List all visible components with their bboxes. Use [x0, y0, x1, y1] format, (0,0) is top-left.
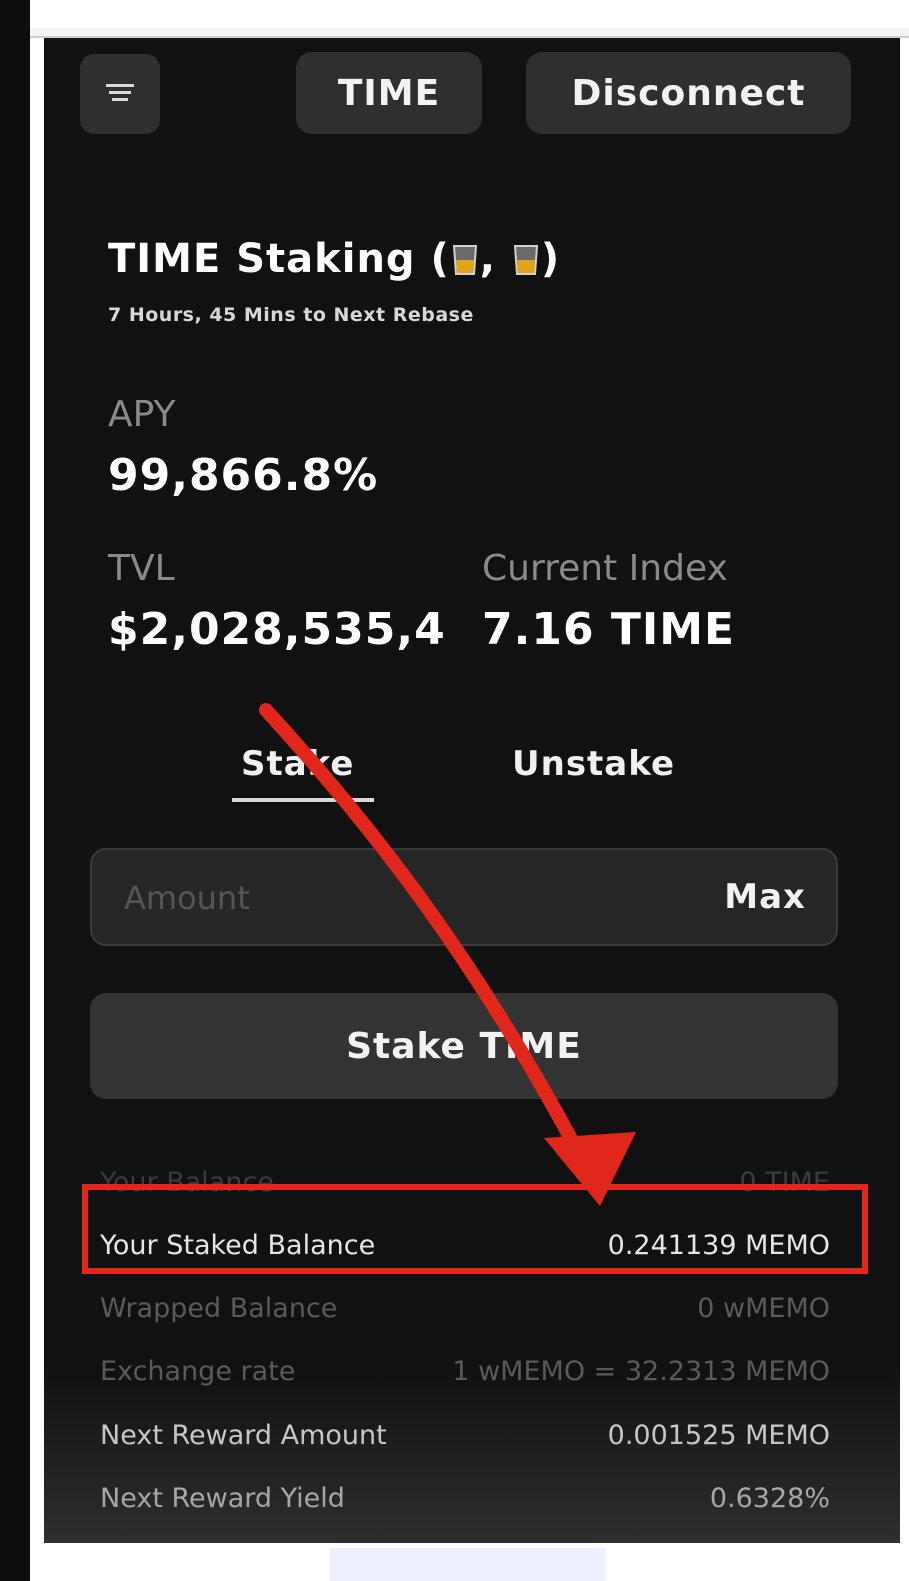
info-value: 0.001525 MEMO [607, 1419, 830, 1451]
staking-app: TIME Disconnect TIME Staking (, ) 7 Hour… [44, 38, 900, 1543]
page-title-prefix: TIME Staking ( [108, 236, 450, 282]
filter-menu-icon [106, 84, 134, 101]
info-label: Wrapped Balance [100, 1292, 338, 1324]
info-row-wrapped-balance: Wrapped Balance 0 wMEMO [100, 1288, 830, 1328]
page-title: TIME Staking (, ) [108, 236, 560, 282]
page-title-separator: , [479, 236, 511, 282]
apy-label: APY [108, 394, 176, 435]
amount-field: Max [90, 848, 838, 946]
info-row-next-reward-yield: Next Reward Yield 0.6328% [100, 1478, 830, 1518]
info-row-next-reward-amount: Next Reward Amount 0.001525 MEMO [100, 1415, 830, 1455]
rebase-countdown: 7 Hours, 45 Mins to Next Rebase [108, 304, 474, 326]
page-title-suffix: ) [540, 236, 561, 282]
current-index-value: 7.16 TIME [482, 604, 736, 655]
token-button[interactable]: TIME [296, 52, 482, 134]
info-label: Next Reward Yield [100, 1482, 345, 1514]
tvl-value: $2,028,535,4 [108, 604, 446, 655]
info-label: Next Reward Amount [100, 1419, 387, 1451]
tab-unstake[interactable]: Unstake [512, 744, 675, 784]
tvl-label: TVL [108, 548, 175, 589]
current-index-label: Current Index [482, 548, 728, 589]
info-row-exchange-rate: Exchange rate 1 wMEMO = 32.2313 MEMO [100, 1351, 830, 1391]
info-value: 0 wMEMO [697, 1292, 830, 1324]
apy-value: 99,866.8% [108, 450, 379, 501]
active-tab-indicator [232, 798, 374, 802]
screenshot-frame: TIME Disconnect TIME Staking (, ) 7 Hour… [0, 0, 909, 1581]
info-label: Exchange rate [100, 1355, 296, 1387]
info-value: 1 wMEMO = 32.2313 MEMO [452, 1355, 830, 1387]
disconnect-button[interactable]: Disconnect [526, 52, 851, 134]
bottom-tab-indicator [330, 1548, 605, 1581]
amount-input[interactable] [122, 850, 626, 946]
tab-stake[interactable]: Stake [241, 744, 354, 784]
whiskey-glass-icon [452, 245, 477, 275]
whiskey-glass-icon [513, 245, 538, 275]
info-value: 0.6328% [709, 1482, 830, 1514]
max-button[interactable]: Max [724, 850, 806, 944]
stake-time-button[interactable]: Stake TIME [90, 993, 838, 1099]
top-border [30, 28, 909, 38]
background-left-strip [0, 0, 30, 1581]
annotation-highlight-box [82, 1184, 868, 1274]
menu-button[interactable] [80, 54, 160, 134]
